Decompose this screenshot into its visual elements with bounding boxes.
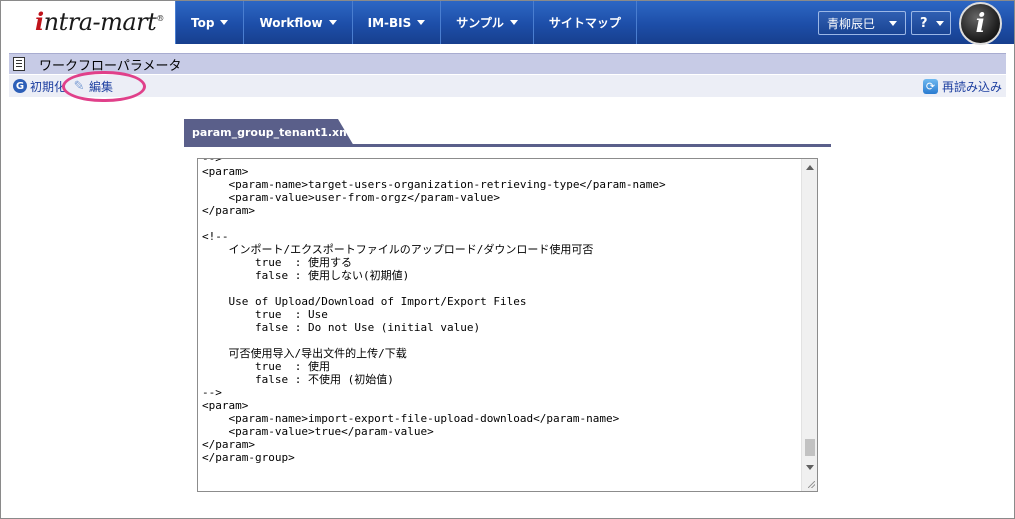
tab-underline [184,144,831,147]
badge-letter: i [975,8,986,39]
scroll-thumb[interactable] [805,439,815,456]
resize-grip-icon[interactable] [802,475,818,491]
nav-workflow[interactable]: Workflow [244,1,353,44]
logo-text: ntra-mart [43,8,157,36]
help-label: ? [920,15,928,31]
chevron-down-icon [328,20,337,25]
logo-mark: ® [156,14,164,23]
reload-label: 再読み込み [941,80,1002,94]
nav-sample-label: サンプル [456,16,504,30]
global-nav: Top Workflow IM-BIS サンプル サイトマップ [175,1,637,44]
chevron-down-icon [417,20,426,25]
help-menu-button[interactable]: ? [911,11,951,35]
nav-top-label: Top [191,15,215,30]
reload-icon: ⟳ [922,79,938,94]
chevron-down-icon [889,21,897,26]
init-button[interactable]: G 初期化 [13,78,66,95]
nav-sample[interactable]: サンプル [441,1,534,44]
vertical-scrollbar[interactable] [801,159,817,491]
nav-sitemap-label: サイトマップ [548,16,621,30]
toolbar: G 初期化 ✎ 編集 ⟳ 再読み込み [9,75,1006,97]
user-menu-button[interactable]: 青柳辰巳 [818,11,906,35]
nav-sitemap[interactable]: サイトマップ [534,1,637,44]
logo-prefix: i [35,7,44,36]
logo-area[interactable]: intra-mart® [1,1,175,44]
nav-im-bis[interactable]: IM-BIS [353,1,442,44]
edit-button[interactable]: ✎ 編集 [72,78,113,95]
edit-label: 編集 [89,79,114,94]
chevron-down-icon [220,20,229,25]
nav-top[interactable]: Top [175,1,245,44]
tab-label: param_group_tenant1.xml [192,126,355,139]
init-label: 初期化 [30,79,67,94]
scroll-up-button[interactable] [802,159,818,175]
nav-im-bis-label: IM-BIS [367,15,412,30]
document-icon [13,57,25,71]
textarea-viewport[interactable]: --> <param> <param-name>target-users-org… [198,159,801,491]
chevron-down-icon [509,20,518,25]
reload-button[interactable]: ⟳ 再読み込み [922,78,1002,95]
chevron-down-icon [936,21,944,26]
arrow-down-icon [806,464,814,470]
global-header: intra-mart® Top Workflow IM-BIS サンプル サイト… [1,1,1014,45]
intra-mart-logo[interactable]: intra-mart® [35,7,164,36]
textarea-content: --> <param> <param-name>target-users-org… [202,159,666,464]
user-name: 青柳辰巳 [827,16,876,31]
page-title: ワークフローパラメータ [39,58,182,74]
nav-workflow-label: Workflow [259,15,323,30]
page-title-bar: ワークフローパラメータ [9,53,1006,74]
initialize-icon: G [13,79,27,93]
param-textarea[interactable]: --> <param> <param-name>target-users-org… [197,158,818,492]
pen-icon: ✎ [73,78,85,94]
tab-param-file[interactable]: param_group_tenant1.xml [184,119,354,146]
brand-badge-icon[interactable]: i [959,2,1002,45]
arrow-up-icon [806,164,814,170]
scroll-down-button[interactable] [802,459,818,475]
